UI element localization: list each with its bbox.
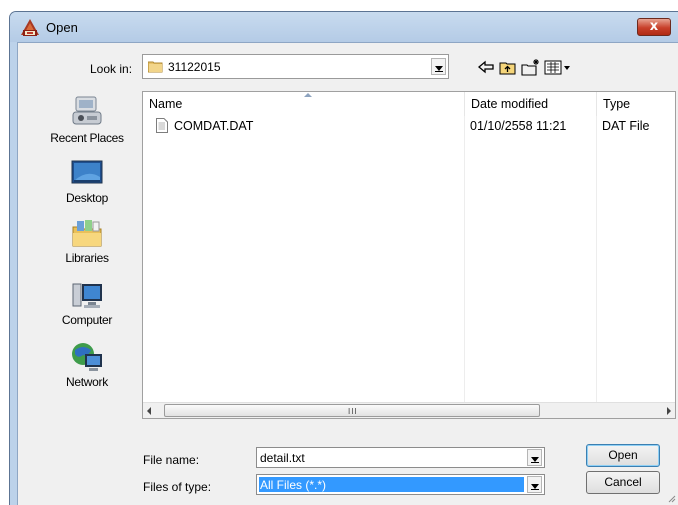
file-icon <box>156 118 168 133</box>
place-label: Recent Places <box>50 131 124 145</box>
up-folder-icon[interactable] <box>499 57 517 77</box>
filetype-label: Files of type: <box>143 480 212 494</box>
view-menu-icon[interactable] <box>544 57 576 77</box>
column-divider <box>596 116 597 402</box>
column-header-date[interactable]: Date modified <box>464 92 596 116</box>
file-row[interactable]: COMDAT.DAT 01/10/2558 11:21 DAT File <box>143 117 677 135</box>
place-computer[interactable]: Computer <box>35 281 139 327</box>
place-network[interactable]: Network <box>35 341 139 389</box>
scrollbar-grip: III <box>348 407 358 416</box>
column-header-name[interactable]: Name <box>143 92 464 116</box>
file-name: COMDAT.DAT <box>174 119 254 133</box>
column-header: Name Date modified Type <box>143 92 677 116</box>
place-label: Desktop <box>66 191 108 205</box>
lookin-value: 31122015 <box>168 60 221 74</box>
resize-grip-icon[interactable] <box>666 493 676 503</box>
recent-places-icon <box>72 96 102 125</box>
new-folder-icon[interactable] <box>521 57 541 77</box>
column-divider <box>464 116 465 402</box>
scroll-left-icon[interactable] <box>147 407 151 415</box>
network-icon <box>72 343 102 371</box>
file-date: 01/10/2558 11:21 <box>470 119 567 133</box>
filename-input[interactable]: detail.txt <box>256 447 545 468</box>
cancel-button[interactable]: Cancel <box>586 471 660 494</box>
horizontal-scrollbar[interactable]: III <box>143 402 675 418</box>
column-header-type[interactable]: Type <box>596 92 677 116</box>
scrollbar-thumb[interactable]: III <box>164 404 540 417</box>
close-button[interactable]: x <box>637 18 671 36</box>
filetype-dropdown[interactable]: All Files (*.*) <box>256 474 545 495</box>
file-list[interactable]: Name Date modified Type COMDAT.DAT 01/10… <box>142 91 676 419</box>
filetype-value: All Files (*.*) <box>260 478 327 492</box>
chevron-down-icon[interactable] <box>431 58 446 75</box>
column-name-label: Name <box>149 97 183 111</box>
places-bar: Recent Places Desktop Libraries Computer… <box>35 91 139 419</box>
chevron-down-icon[interactable] <box>527 449 542 466</box>
sort-ascending-icon <box>304 93 312 97</box>
desktop-icon <box>71 160 103 184</box>
window-title: Open <box>46 20 78 35</box>
place-desktop[interactable]: Desktop <box>35 159 139 205</box>
filename-label: File name: <box>143 453 200 467</box>
chevron-down-icon[interactable] <box>527 476 542 493</box>
title-bar[interactable]: Open x <box>10 12 678 42</box>
app-icon <box>21 19 39 36</box>
folder-icon <box>148 61 163 73</box>
open-dialog: Open x Look in: 31122015 Recent Places D… <box>9 11 678 505</box>
place-label: Libraries <box>65 251 109 265</box>
lookin-label: Look in: <box>90 62 133 76</box>
scroll-right-icon[interactable] <box>667 407 671 415</box>
libraries-icon <box>72 220 102 247</box>
file-type: DAT File <box>602 119 650 133</box>
place-recent-places[interactable]: Recent Places <box>35 95 139 145</box>
open-button[interactable]: Open <box>586 444 660 467</box>
back-arrow-icon[interactable] <box>477 57 495 77</box>
dialog-body: Look in: 31122015 Recent Places Desktop … <box>17 42 678 505</box>
column-type-label: Type <box>603 97 631 111</box>
place-label: Computer <box>61 313 113 327</box>
computer-icon <box>72 283 102 308</box>
place-libraries[interactable]: Libraries <box>35 217 139 265</box>
lookin-dropdown[interactable]: 31122015 <box>142 54 449 79</box>
filename-value: detail.txt <box>260 451 305 465</box>
column-date-label: Date modified <box>471 97 549 111</box>
place-label: Network <box>66 375 108 389</box>
